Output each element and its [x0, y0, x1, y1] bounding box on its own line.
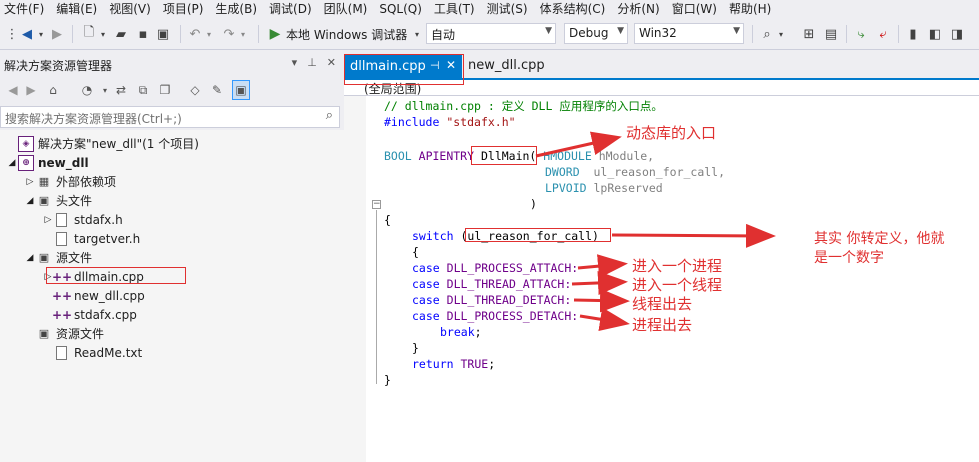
- annotation-thread-attach: 进入一个线程: [632, 276, 723, 294]
- annotation-reason-line1: 其实 你转定义，他就: [814, 231, 945, 247]
- arrow-thread-attach: [571, 270, 628, 295]
- annotation-entry: 动态库的入口: [626, 124, 717, 142]
- annotation-process-attach: 进入一个进程: [632, 257, 723, 275]
- annotation-process-detach: 进程出去: [632, 316, 693, 334]
- arrow-entry: [535, 131, 622, 158]
- annotation-reason-line2: 是一个数字: [814, 250, 884, 266]
- arrow-thread-detach: [573, 288, 630, 313]
- arrow-process-detach: [579, 307, 630, 332]
- annotation-thread-detach: 线程出去: [632, 295, 693, 313]
- ide-window: 文件(F) 编辑(E) 视图(V) 项目(P) 生成(B) 调试(D) 团队(M…: [0, 0, 979, 462]
- arrow-process-attach: [577, 254, 628, 279]
- arrow-reason: [611, 223, 776, 248]
